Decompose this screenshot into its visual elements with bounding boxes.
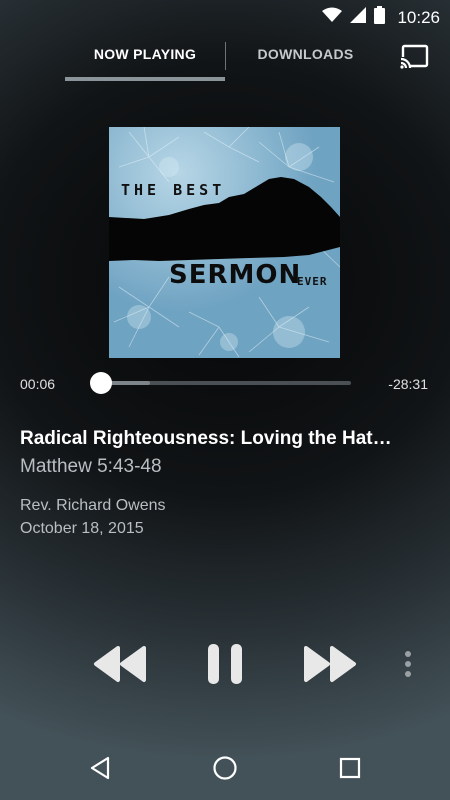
artwork-line-2: SERMON [169, 260, 302, 290]
nav-recents-button[interactable] [334, 752, 366, 788]
recents-icon [339, 757, 361, 784]
fast-forward-icon [302, 644, 358, 689]
active-tab-indicator [65, 77, 225, 81]
rewind-icon [92, 644, 148, 689]
battery-icon [374, 6, 386, 29]
sermon-scripture: Matthew 5:43-48 [20, 456, 162, 477]
more-options-button[interactable] [398, 644, 418, 688]
fast-forward-button[interactable] [302, 644, 358, 688]
tab-downloads[interactable]: DOWNLOADS [228, 46, 383, 62]
sermon-date: October 18, 2015 [20, 520, 144, 537]
tab-now-playing[interactable]: NOW PLAYING [65, 46, 225, 62]
seek-thumb[interactable] [90, 372, 112, 394]
wifi-icon [322, 7, 343, 28]
cellular-signal-icon [350, 7, 367, 28]
sermon-speaker: Rev. Richard Owens [20, 497, 166, 514]
tab-divider [225, 42, 226, 70]
artwork-line-3: EVER [297, 275, 328, 288]
status-time: 10:26 [397, 7, 440, 27]
sermon-title: Radical Righteousness: Loving the Hat… [20, 428, 392, 449]
more-vertical-icon [404, 650, 412, 683]
pause-icon [205, 642, 245, 691]
nav-back-button[interactable] [84, 752, 116, 788]
back-icon [89, 756, 111, 785]
home-icon [212, 755, 238, 786]
cast-icon[interactable] [400, 44, 430, 70]
pause-button[interactable] [205, 642, 245, 691]
elapsed-time: 00:06 [20, 376, 56, 392]
remaining-time: -28:31 [388, 376, 428, 392]
album-artwork: THE BEST SERMON EVER [109, 127, 340, 358]
artwork-line-1: THE BEST [121, 181, 226, 199]
nav-home-button[interactable] [209, 752, 241, 788]
rewind-button[interactable] [92, 644, 148, 688]
status-bar: 10:26 [0, 0, 450, 32]
seek-bar[interactable] [100, 381, 351, 385]
tab-bar: NOW PLAYING DOWNLOADS [0, 32, 450, 86]
